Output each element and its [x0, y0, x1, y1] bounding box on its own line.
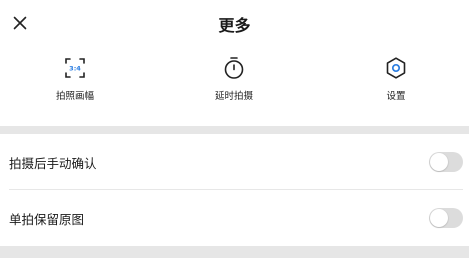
settings-label: 设置	[386, 91, 406, 102]
setting-row-manual-confirm: 拍摄后手动确认	[0, 134, 469, 190]
page-title: 更多	[218, 16, 251, 35]
manual-confirm-label: 拍摄后手动确认	[9, 155, 97, 171]
header: 更多	[0, 0, 469, 46]
toggle-knob	[430, 209, 448, 227]
shortcut-row: 3:4 拍照画幅 延时拍摄 设置	[0, 55, 469, 115]
more-panel: 更多 3:4 拍照画幅 延时拍摄 设置 拍摄后手动确认 单拍保留原图	[0, 0, 469, 258]
timer-button[interactable]: 延时拍摄	[189, 55, 279, 111]
section-divider	[0, 126, 469, 134]
settings-button[interactable]: 设置	[351, 55, 441, 111]
gear-icon	[383, 55, 409, 81]
setting-row-keep-original: 单拍保留原图	[0, 190, 469, 246]
aspect-ratio-text: 3:4	[69, 65, 81, 73]
keep-original-toggle[interactable]	[429, 208, 463, 228]
aspect-ratio-button[interactable]: 3:4 拍照画幅	[30, 55, 120, 111]
aspect-ratio-icon: 3:4	[62, 55, 88, 81]
bottom-divider	[0, 246, 469, 258]
keep-original-label: 单拍保留原图	[9, 211, 85, 227]
timer-label: 延时拍摄	[214, 91, 253, 102]
aspect-ratio-label: 拍照画幅	[55, 91, 94, 102]
manual-confirm-toggle[interactable]	[429, 152, 463, 172]
toggle-knob	[430, 153, 448, 171]
timer-icon	[221, 55, 247, 81]
